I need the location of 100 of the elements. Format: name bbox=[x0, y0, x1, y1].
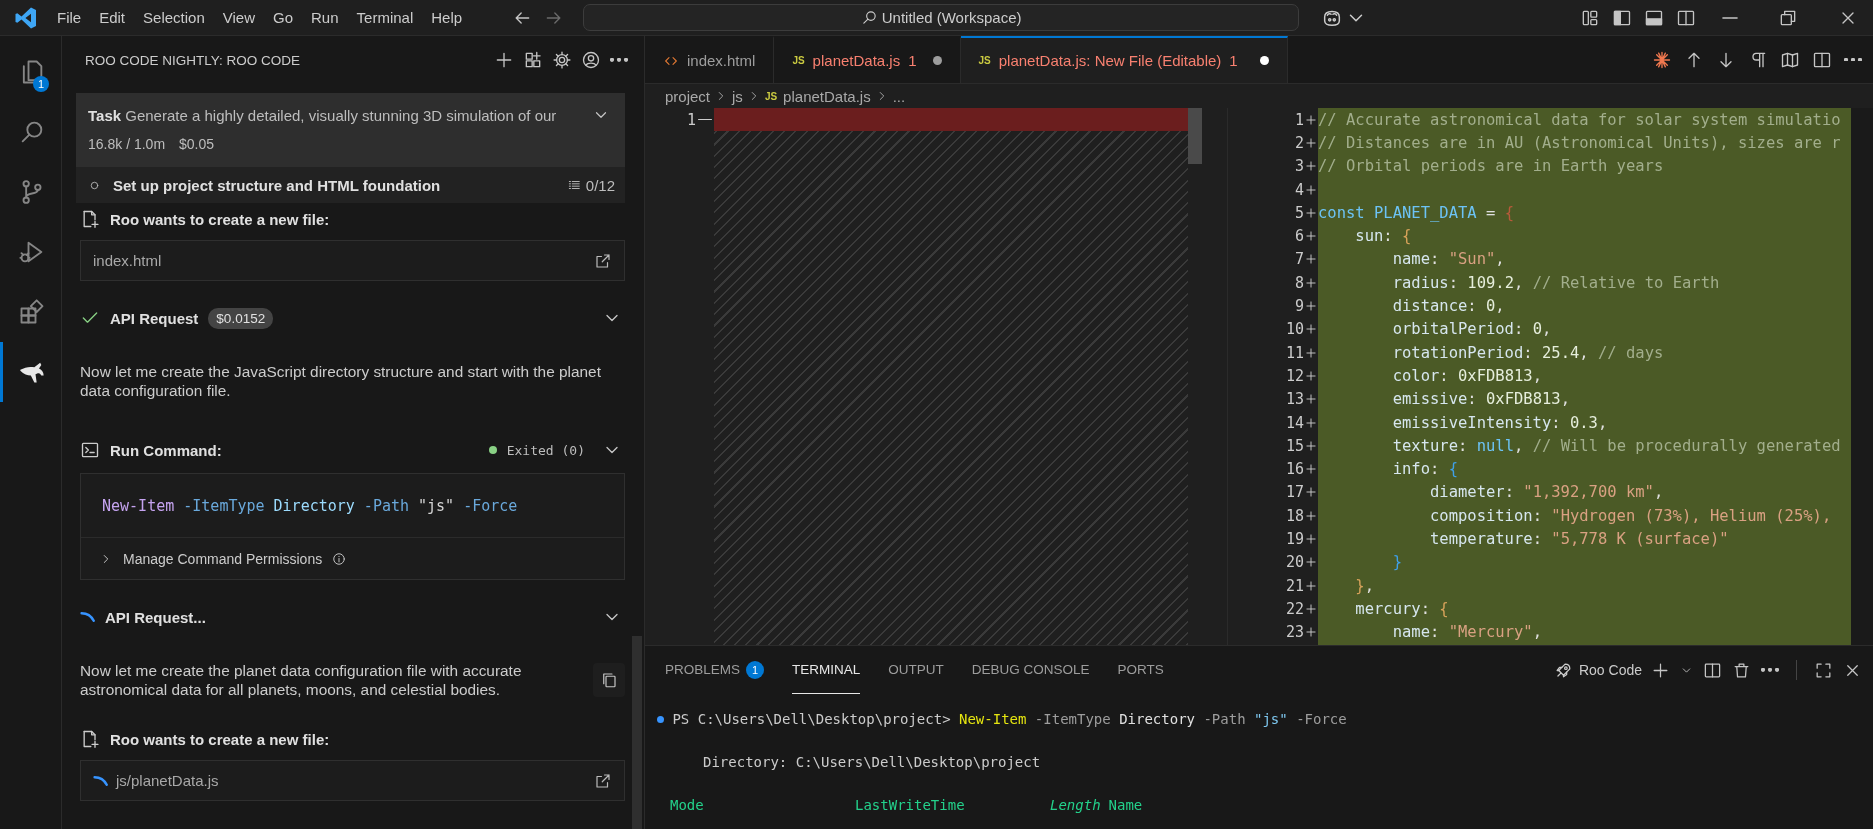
menu-item[interactable]: Terminal bbox=[347, 4, 423, 31]
line-number: 19 bbox=[1285, 530, 1304, 548]
panel-tab[interactable]: PROBLEMS 1 bbox=[665, 646, 765, 694]
line-number: 6 bbox=[1294, 227, 1304, 246]
message-title: API Request bbox=[110, 309, 199, 327]
code-token: -Path bbox=[363, 496, 409, 515]
message-title: Run Command: bbox=[110, 441, 222, 459]
code-token: texture bbox=[1392, 436, 1458, 455]
terminal-text: Directory bbox=[1119, 711, 1195, 727]
menu-item[interactable]: Run bbox=[302, 4, 348, 31]
column-header: Length bbox=[1050, 797, 1101, 813]
line-number: 1 bbox=[1294, 110, 1304, 129]
list-icon bbox=[566, 178, 581, 192]
info-icon bbox=[332, 551, 347, 566]
code-token: 0xFDB813 bbox=[1458, 366, 1533, 385]
code-token: : bbox=[1551, 413, 1561, 432]
search-icon bbox=[860, 9, 878, 26]
breadcrumb-item[interactable]: JS planetData.js bbox=[764, 87, 871, 105]
command-center[interactable]: Untitled (Workspace) bbox=[583, 4, 1300, 31]
code-token: , bbox=[1513, 436, 1524, 455]
message-title: API Request... bbox=[105, 608, 206, 626]
message-title: Roo wants to create a new file: bbox=[110, 730, 330, 748]
line-number: 10 bbox=[1285, 320, 1304, 339]
more-icon bbox=[1761, 668, 1779, 672]
line-number: 12 bbox=[1285, 366, 1304, 385]
code-token: New-Item bbox=[102, 496, 175, 515]
code-token: "5,778 K (surface)" bbox=[1551, 530, 1729, 548]
code-token: : bbox=[1523, 343, 1533, 362]
terminal-text: Directory: C:\Users\Dell\Desktop\project bbox=[703, 754, 1041, 770]
terminal-text: -Force bbox=[1296, 711, 1347, 727]
menu-item[interactable]: Help bbox=[422, 4, 472, 31]
menu-item[interactable]: Selection bbox=[134, 4, 214, 31]
line-number: 17 bbox=[1285, 483, 1304, 502]
terminal-text: PS C:\Users\Dell\Desktop\project> bbox=[672, 711, 951, 727]
code-token: , bbox=[1495, 250, 1505, 269]
line-number: 14 bbox=[1285, 413, 1304, 432]
terminal-selector[interactable]: Roo Code bbox=[1553, 660, 1642, 680]
code-token: } bbox=[1355, 576, 1365, 595]
code-token: color bbox=[1392, 366, 1440, 385]
terminal-icon bbox=[80, 440, 100, 460]
line-number: 15 bbox=[1285, 436, 1304, 455]
line-number: 21 bbox=[1285, 576, 1304, 595]
code-token: : bbox=[1513, 320, 1524, 339]
code-token: "Hydrogen (73%), Helium (25%), bbox=[1551, 506, 1832, 525]
column-header: Mode bbox=[670, 797, 705, 813]
blocks-icon bbox=[18, 298, 46, 326]
todo-row[interactable]: Set up project structure and HTML foundation 0/12 bbox=[76, 167, 625, 203]
editor-tab[interactable]: index.html bbox=[645, 36, 775, 83]
breadcrumb-item[interactable]: js bbox=[732, 87, 743, 105]
menu-item[interactable]: Edit bbox=[90, 4, 135, 31]
sparkle-icon bbox=[1652, 49, 1672, 70]
status-dot bbox=[488, 446, 497, 454]
activity-bar-item[interactable]: 1 bbox=[0, 42, 61, 102]
code-token: temperature bbox=[1429, 530, 1533, 548]
copy-button[interactable] bbox=[593, 663, 625, 697]
panel-tab[interactable]: TERMINAL bbox=[792, 646, 861, 694]
file-path-field[interactable]: index.html bbox=[80, 240, 625, 281]
breadcrumb-item[interactable]: ... bbox=[892, 87, 906, 105]
scrollbar-thumb[interactable] bbox=[1851, 108, 1873, 645]
code-token: emissiveIntensity bbox=[1392, 413, 1552, 432]
menu-item[interactable]: Go bbox=[264, 4, 302, 31]
code-token: // days bbox=[1597, 343, 1664, 362]
scrollbar-thumb[interactable] bbox=[1188, 108, 1202, 164]
settings-icon bbox=[552, 50, 572, 70]
message-text: Now let me create the JavaScript directory structure and start with the planet data configuration file. bbox=[80, 362, 602, 400]
line-number: 20 bbox=[1285, 553, 1304, 572]
panel-tab[interactable]: DEBUG CONSOLE bbox=[971, 646, 1090, 694]
code-token: : bbox=[1467, 390, 1477, 409]
code-token: : bbox=[1467, 297, 1477, 315]
code-token: , bbox=[1653, 483, 1664, 502]
app-logo-icon bbox=[14, 5, 38, 30]
account-icon bbox=[581, 50, 601, 70]
menu-item[interactable]: View bbox=[213, 4, 264, 31]
terminal-text: -ItemType bbox=[1034, 711, 1111, 727]
panel-tab[interactable]: OUTPUT bbox=[888, 646, 944, 694]
line-number: 1 bbox=[686, 110, 696, 129]
command-marker bbox=[657, 715, 664, 723]
line-number: 2 bbox=[1294, 133, 1304, 152]
code-token: : bbox=[1383, 227, 1393, 246]
permissions-toggle[interactable]: Manage Command Permissions bbox=[81, 538, 347, 579]
more-button[interactable] bbox=[1758, 665, 1782, 675]
code-token: : bbox=[1429, 250, 1440, 269]
code-token: distance bbox=[1392, 297, 1468, 315]
file-path-field[interactable]: js/planetData.js bbox=[80, 760, 625, 801]
code-token: , bbox=[1597, 413, 1608, 432]
spinner-icon bbox=[93, 775, 108, 786]
problem-count: 1 bbox=[1229, 52, 1238, 69]
code-token: = bbox=[1486, 203, 1496, 222]
line-number: 7 bbox=[1294, 250, 1304, 269]
code-token: -ItemType bbox=[183, 496, 265, 515]
code-token: radius bbox=[1392, 273, 1449, 292]
breadcrumb-item[interactable]: project bbox=[665, 87, 711, 105]
menu-item[interactable]: File bbox=[48, 4, 91, 31]
marketplace-icon bbox=[523, 50, 543, 70]
message-title: Roo wants to create a new file: bbox=[110, 210, 330, 228]
panel-tab[interactable]: PORTS bbox=[1117, 646, 1164, 694]
editor-tab[interactable]: JS planetData.js: New File (Editable) 1 bbox=[960, 36, 1288, 83]
line-number: 4 bbox=[1294, 180, 1304, 199]
editor-tab[interactable]: JS planetData.js 1 bbox=[774, 36, 961, 83]
code-token: : bbox=[1504, 483, 1514, 502]
